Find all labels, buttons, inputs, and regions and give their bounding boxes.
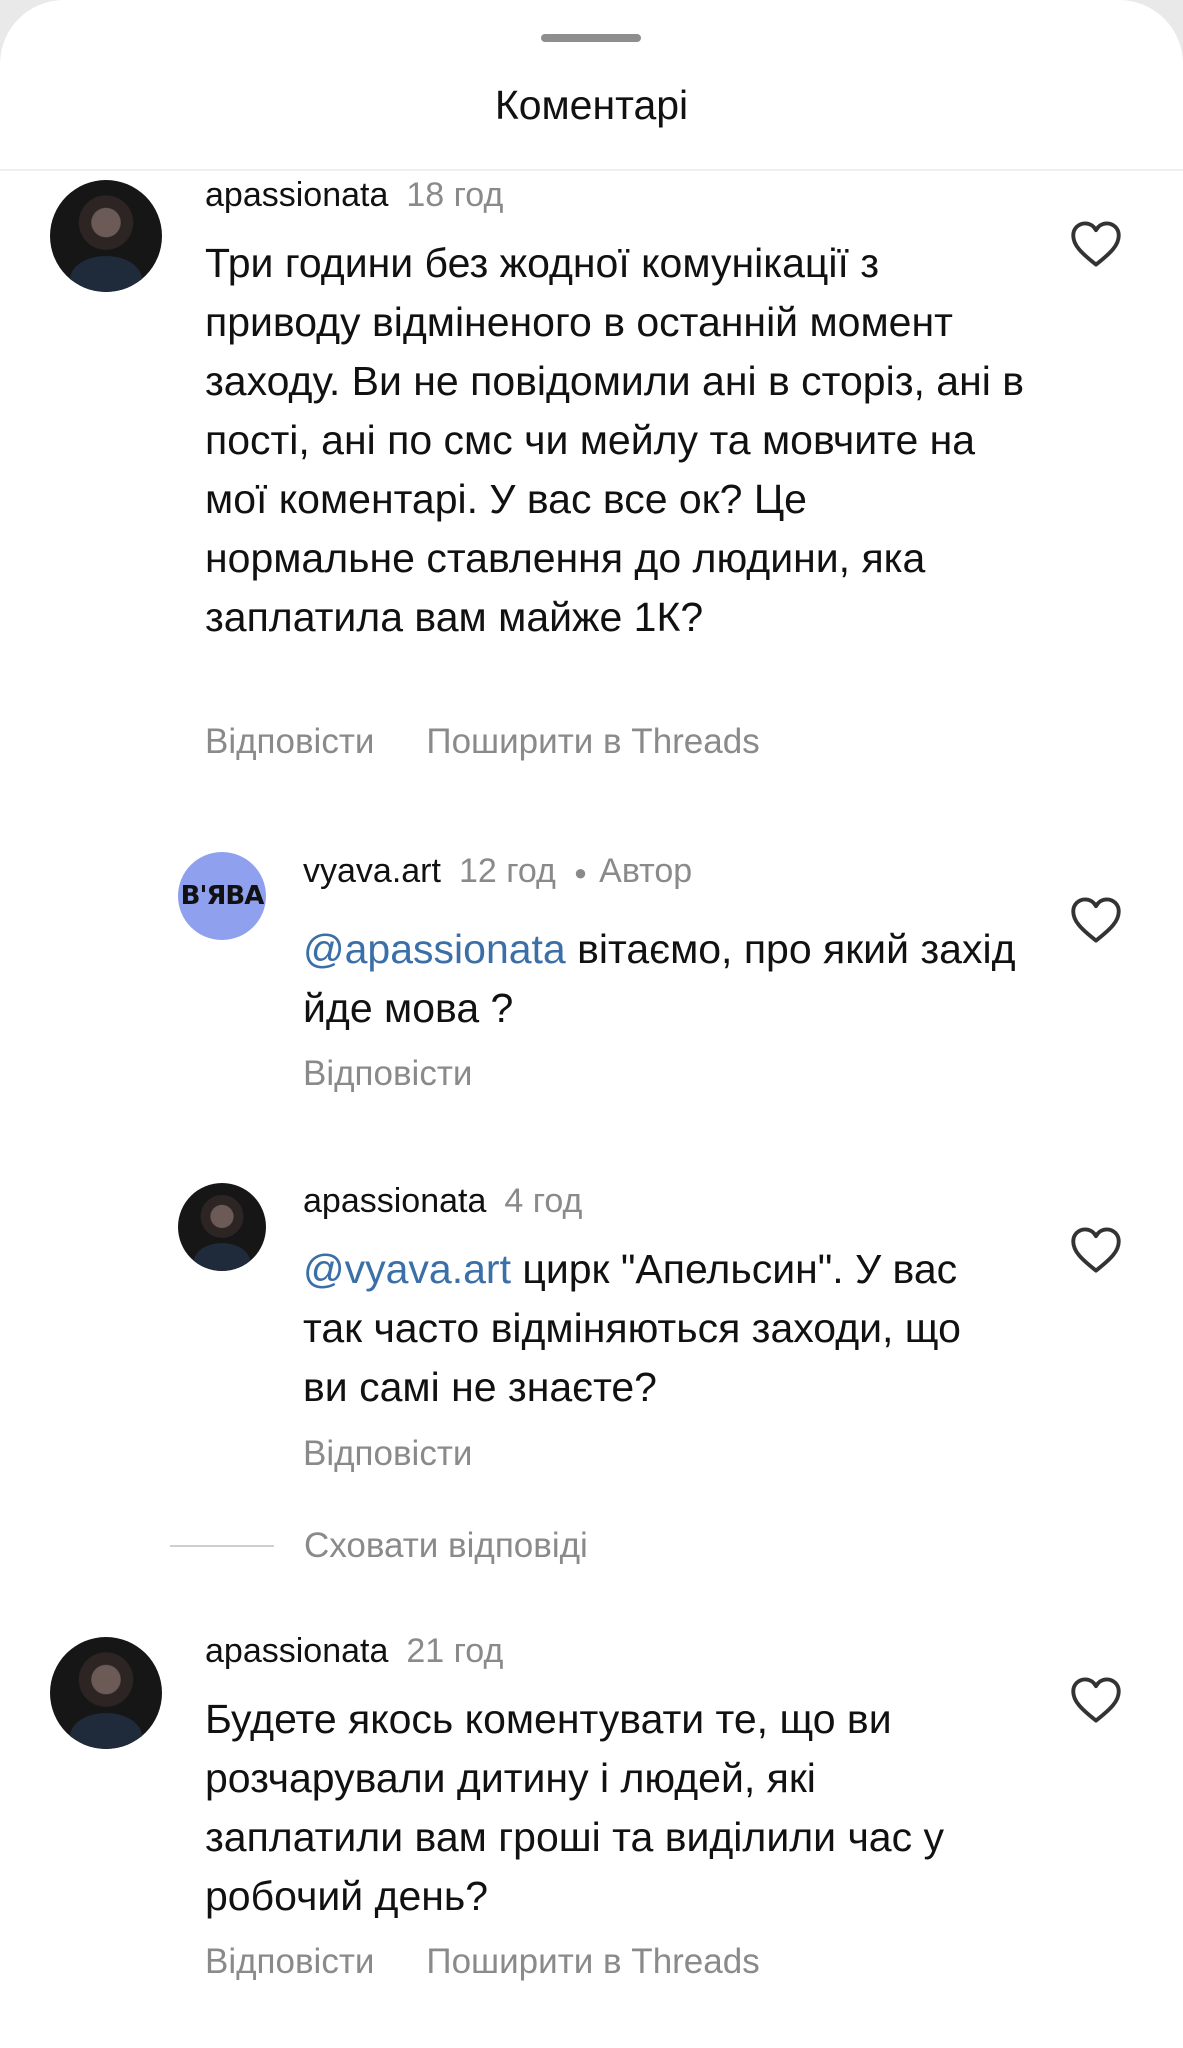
comment-meta: apassionata 4 год: [303, 1182, 582, 1221]
comment-meta: apassionata 18 год: [205, 176, 503, 215]
heart-outline-icon[interactable]: [1070, 896, 1122, 944]
timestamp: 4 год: [504, 1182, 583, 1220]
comment-text: @apassionata вітаємо, про який захід йде…: [303, 920, 1023, 1038]
avatar[interactable]: [178, 1183, 266, 1271]
comments-sheet: Коментарі apassionata 18 год Три години б…: [0, 0, 1183, 2048]
page-title: Коментарі: [494, 82, 689, 128]
avatar-brand[interactable]: В'ЯВА: [178, 852, 266, 940]
username[interactable]: apassionata: [205, 176, 388, 214]
share-threads-button[interactable]: Поширити в Threads: [426, 1942, 759, 1981]
username[interactable]: vyava.art: [303, 852, 441, 890]
reply-button[interactable]: Відповісти: [205, 1942, 374, 1981]
mention-link[interactable]: @vyava.art: [303, 1246, 511, 1292]
heart-outline-icon[interactable]: [1070, 220, 1122, 268]
title-divider: [0, 169, 1183, 171]
mention-link[interactable]: @apassionata: [303, 926, 566, 972]
hide-replies-button[interactable]: Сховати відповіді: [170, 1524, 588, 1566]
comment-actions: Відповісти Поширити в Threads: [205, 722, 760, 762]
timestamp: 18 год: [406, 176, 504, 214]
author-badge: Автор: [599, 852, 693, 890]
hide-replies-label: Сховати відповіді: [304, 1525, 588, 1565]
comment-text: Три години без жодної комунікації з прив…: [205, 240, 1024, 640]
comment-meta: apassionata 21 год: [205, 1632, 503, 1671]
comment-text: @vyava.art цирк "Апельсин". У вас так ча…: [303, 1240, 1003, 1417]
comment-actions: Відповісти: [303, 1434, 472, 1474]
hide-replies-divider: [170, 1544, 274, 1547]
avatar[interactable]: [50, 1637, 162, 1749]
timestamp: 12 год: [458, 852, 556, 890]
comment-meta: vyava.art 12 год ● Автор: [303, 852, 692, 891]
comment-actions: Відповісти: [303, 1054, 472, 1094]
comment-text: Будете якось коментувати те, що ви розча…: [205, 1696, 945, 1919]
timestamp: 21 год: [406, 1632, 504, 1670]
reply-button[interactable]: Відповісти: [303, 1434, 472, 1473]
avatar[interactable]: [50, 180, 162, 292]
share-threads-button[interactable]: Поширити в Threads: [426, 722, 759, 761]
comment-actions: Відповісти Поширити в Threads: [205, 1942, 760, 1982]
username[interactable]: apassionata: [205, 1632, 388, 1670]
sheet-grabber[interactable]: [541, 34, 641, 42]
heart-outline-icon[interactable]: [1070, 1676, 1122, 1724]
reply-button[interactable]: Відповісти: [303, 1054, 472, 1093]
brand-logo-mark: В'ЯВА: [180, 881, 265, 911]
heart-outline-icon[interactable]: [1070, 1226, 1122, 1274]
reply-button[interactable]: Відповісти: [205, 722, 374, 761]
username[interactable]: apassionata: [303, 1182, 486, 1220]
separator-dot: ●: [573, 860, 588, 886]
